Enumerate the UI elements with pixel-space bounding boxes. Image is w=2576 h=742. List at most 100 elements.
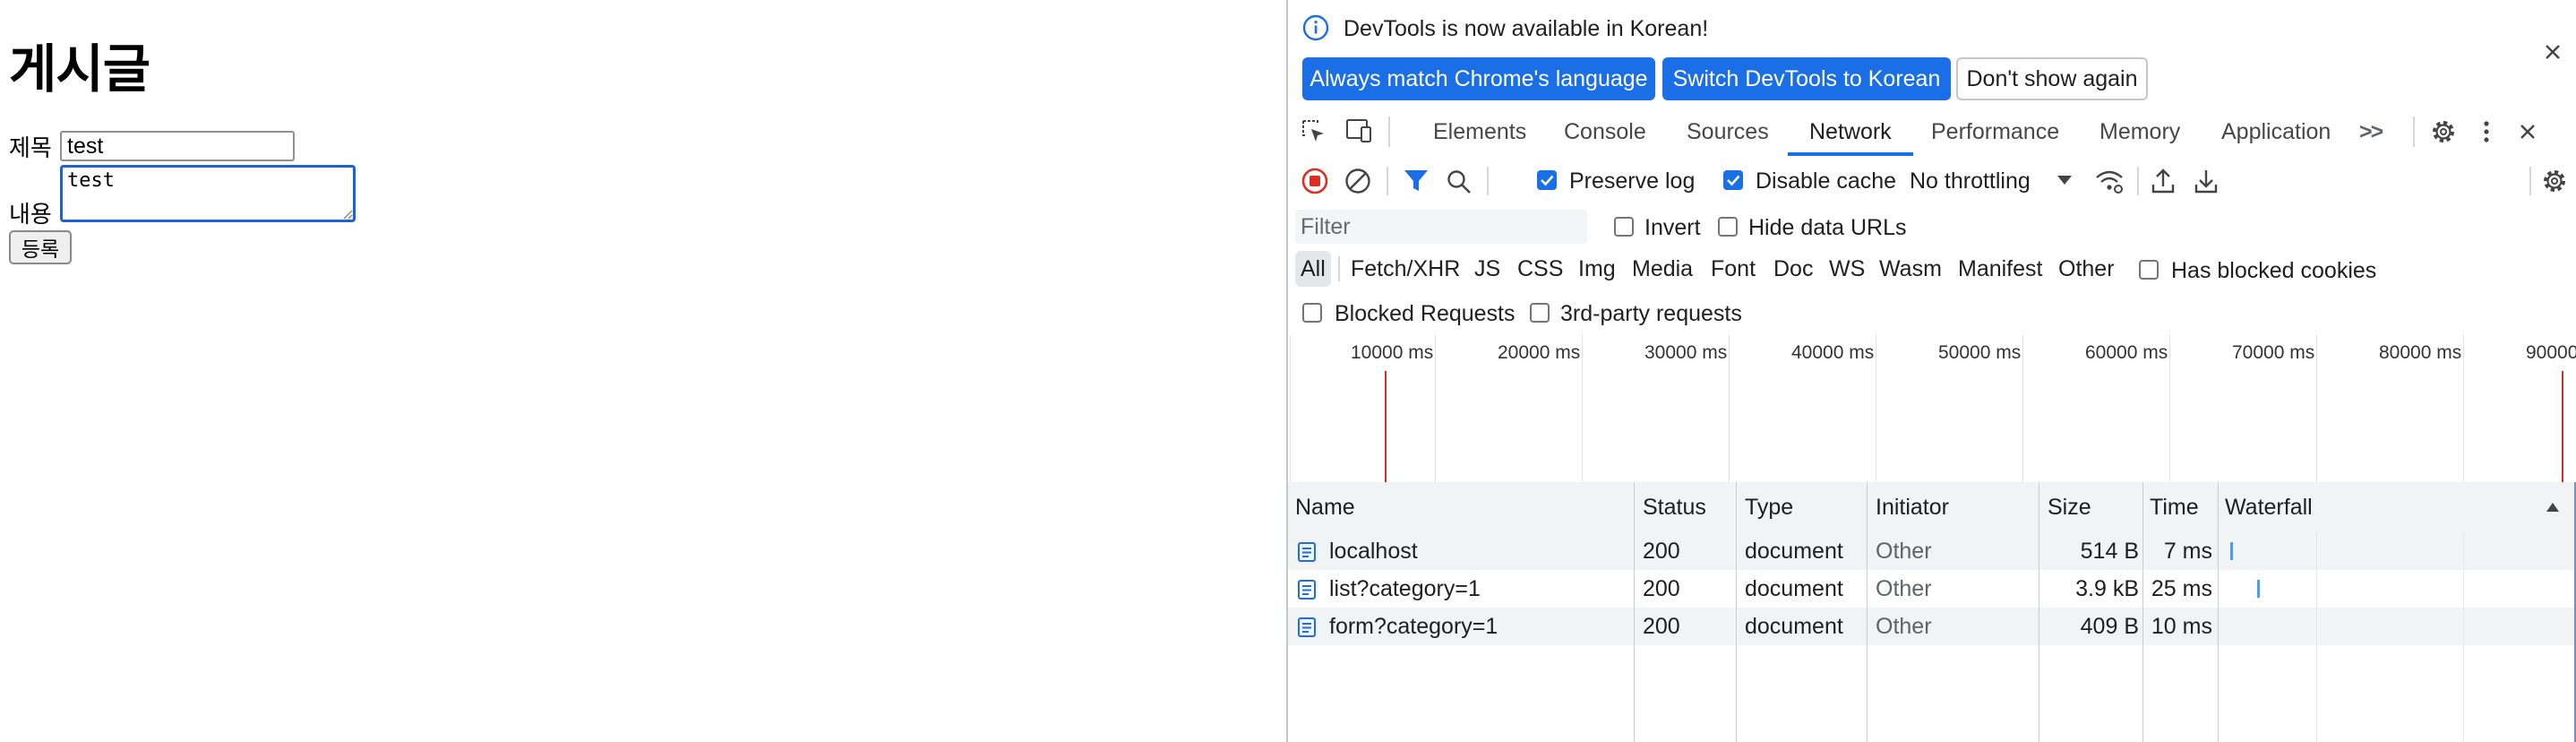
tab-network[interactable]: Network xyxy=(1809,106,1892,158)
column-status[interactable]: Status xyxy=(1643,482,1706,532)
disable-cache-checkbox[interactable] xyxy=(1723,170,1743,190)
blocked-requests-label[interactable]: Blocked Requests xyxy=(1335,301,1516,327)
invert-label[interactable]: Invert xyxy=(1644,215,1701,241)
waterfall-gridline xyxy=(2316,532,2317,742)
document-icon xyxy=(1298,542,1316,562)
load-event-marker xyxy=(2562,371,2563,482)
filter-type-media[interactable]: Media xyxy=(1632,251,1693,287)
filter-divider xyxy=(1338,256,1340,281)
settings-gear-icon[interactable] xyxy=(2429,117,2458,146)
table-row[interactable]: form?category=1 200 document Other 409 B… xyxy=(1288,608,2576,645)
timeline-tick-label: 40000 ms xyxy=(1791,342,1875,363)
timeline-gridline xyxy=(2316,335,2317,482)
invert-checkbox[interactable] xyxy=(1614,217,1634,237)
more-tabs-icon[interactable]: >> xyxy=(2359,106,2383,158)
column-time[interactable]: Time xyxy=(2150,482,2199,532)
web-page: 게시글 제목 내용 test 등록 xyxy=(0,0,1286,742)
table-header: Name Status Type Initiator Size Time Wat… xyxy=(1288,482,2576,533)
submit-button[interactable]: 등록 xyxy=(9,230,72,264)
table-row[interactable]: list?category=1 200 document Other 3.9 k… xyxy=(1288,570,2576,608)
column-initiator[interactable]: Initiator xyxy=(1876,482,1949,532)
network-toolbar: Preserve log Disable cache No throttling xyxy=(1288,158,2576,205)
filter-type-manifest[interactable]: Manifest xyxy=(1958,251,2042,287)
sort-ascending-icon[interactable] xyxy=(2546,502,2560,513)
network-overview-timeline[interactable]: 10000 ms 20000 ms 30000 ms 40000 ms 5000… xyxy=(1288,335,2576,484)
filter-type-other[interactable]: Other xyxy=(2058,251,2115,287)
load-event-marker xyxy=(1385,371,1387,482)
column-divider[interactable] xyxy=(1634,482,1635,742)
request-initiator: Other xyxy=(1876,539,1932,564)
request-status: 200 xyxy=(1643,539,1680,564)
more-options-icon[interactable] xyxy=(2476,117,2497,146)
blocked-requests-checkbox[interactable] xyxy=(1302,303,1322,323)
filter-type-all[interactable]: All xyxy=(1295,251,1331,287)
has-blocked-cookies-label[interactable]: Has blocked cookies xyxy=(2171,258,2376,284)
filter-input[interactable] xyxy=(1295,210,1587,244)
document-icon xyxy=(1298,617,1316,637)
preserve-log-checkbox[interactable] xyxy=(1537,170,1557,190)
filter-type-doc[interactable]: Doc xyxy=(1773,251,1813,287)
tab-sources[interactable]: Sources xyxy=(1687,106,1769,158)
third-party-checkbox[interactable] xyxy=(1530,303,1550,323)
import-har-icon[interactable] xyxy=(2150,167,2177,195)
resize-handle-icon[interactable] xyxy=(342,209,353,220)
dont-show-again-button[interactable]: Don't show again xyxy=(1956,57,2148,100)
toolbar-divider xyxy=(2413,116,2415,147)
filter-type-img[interactable]: Img xyxy=(1578,251,1616,287)
infobar-message: DevTools is now available in Korean! xyxy=(1344,16,1709,41)
column-divider[interactable] xyxy=(2218,482,2219,742)
tab-performance[interactable]: Performance xyxy=(1931,106,2059,158)
third-party-label[interactable]: 3rd-party requests xyxy=(1560,301,1742,327)
column-waterfall[interactable]: Waterfall xyxy=(2225,482,2313,532)
request-type: document xyxy=(1745,576,1843,601)
waterfall-gridline xyxy=(2463,532,2464,742)
hide-data-urls-checkbox[interactable] xyxy=(1718,217,1738,237)
tab-application[interactable]: Application xyxy=(2221,106,2331,158)
filter-icon[interactable] xyxy=(1403,168,1430,194)
filter-type-fetch-xhr[interactable]: Fetch/XHR xyxy=(1351,251,1460,287)
always-match-language-button[interactable]: Always match Chrome's language xyxy=(1302,57,1655,100)
table-row[interactable]: localhost 200 document Other 514 B 7 ms xyxy=(1288,532,2576,570)
request-time: 25 ms xyxy=(2151,576,2212,601)
has-blocked-cookies-checkbox[interactable] xyxy=(2139,260,2159,280)
tab-console[interactable]: Console xyxy=(1564,106,1646,158)
switch-to-korean-button[interactable]: Switch DevTools to Korean xyxy=(1662,57,1951,100)
filter-type-ws[interactable]: WS xyxy=(1829,251,1865,287)
title-input[interactable] xyxy=(60,131,295,161)
stop-recording-icon[interactable] xyxy=(1301,167,1329,195)
preserve-log-label[interactable]: Preserve log xyxy=(1569,168,1695,194)
timeline-tick-label: 70000 ms xyxy=(2232,342,2315,363)
clear-icon[interactable] xyxy=(1344,167,1372,195)
network-settings-icon[interactable] xyxy=(2540,167,2569,195)
request-status: 200 xyxy=(1643,576,1680,601)
filter-type-js[interactable]: JS xyxy=(1474,251,1500,287)
waterfall-bar xyxy=(2230,542,2233,560)
search-icon[interactable] xyxy=(1446,168,1473,195)
inspect-element-icon[interactable] xyxy=(1301,118,1327,145)
request-initiator: Other xyxy=(1876,614,1932,639)
column-name[interactable]: Name xyxy=(1295,482,1355,532)
request-type: document xyxy=(1745,539,1843,564)
throttling-select[interactable]: No throttling xyxy=(1910,168,2031,194)
close-icon[interactable] xyxy=(2538,38,2567,66)
filter-type-css[interactable]: CSS xyxy=(1517,251,1563,287)
column-divider[interactable] xyxy=(1736,482,1737,742)
disable-cache-label[interactable]: Disable cache xyxy=(1756,168,1896,194)
close-devtools-icon[interactable] xyxy=(2513,117,2542,146)
column-size[interactable]: Size xyxy=(2048,482,2091,532)
active-tab-indicator xyxy=(1788,152,1913,156)
network-conditions-icon[interactable] xyxy=(2094,167,2125,195)
content-textarea[interactable]: test xyxy=(60,165,356,222)
filter-type-font[interactable]: Font xyxy=(1711,251,1756,287)
column-type[interactable]: Type xyxy=(1745,482,1793,532)
dropdown-arrow-icon[interactable] xyxy=(2057,174,2073,186)
column-divider[interactable] xyxy=(1867,482,1868,742)
column-divider[interactable] xyxy=(2142,482,2143,742)
device-toolbar-icon[interactable] xyxy=(1344,116,1374,145)
tab-elements[interactable]: Elements xyxy=(1433,106,1526,158)
filter-type-wasm[interactable]: Wasm xyxy=(1879,251,1942,287)
hide-data-urls-label[interactable]: Hide data URLs xyxy=(1748,215,1906,241)
toolbar-divider xyxy=(1387,167,1388,195)
tab-memory[interactable]: Memory xyxy=(2099,106,2180,158)
export-har-icon[interactable] xyxy=(2193,167,2220,195)
